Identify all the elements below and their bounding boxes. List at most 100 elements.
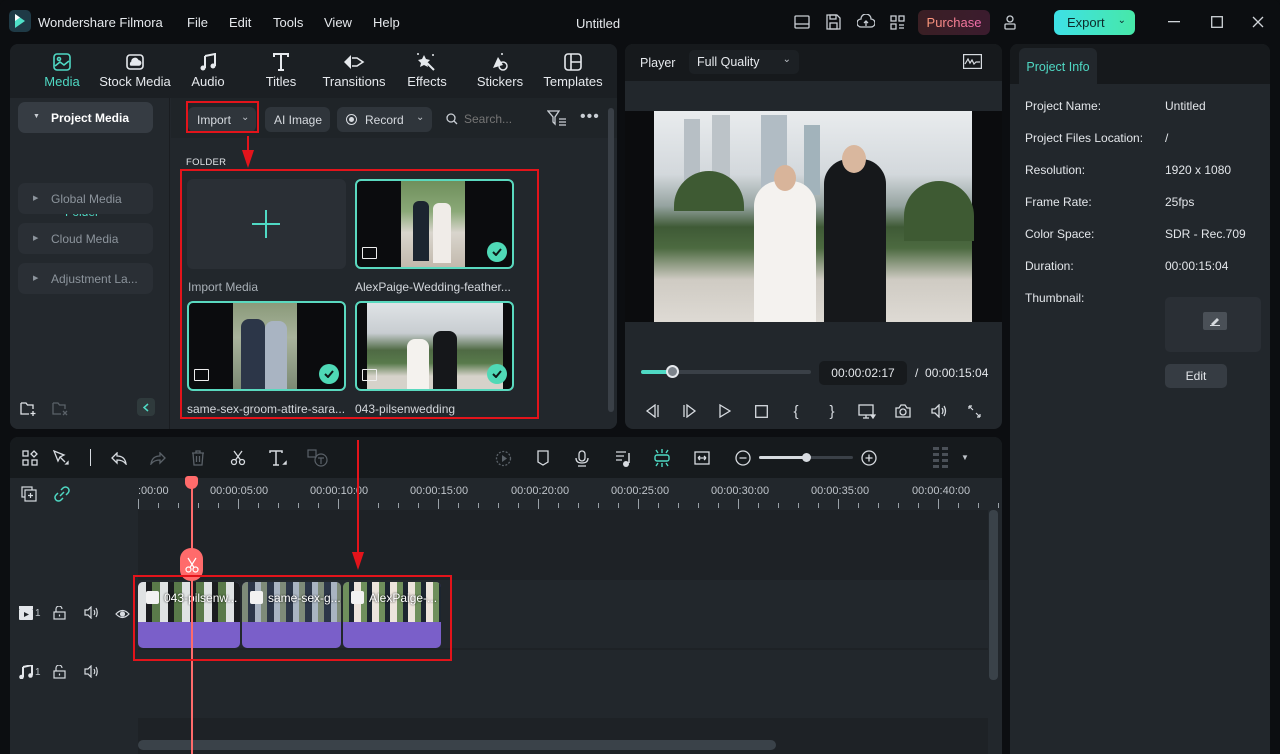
render-preview-icon[interactable] xyxy=(492,447,514,469)
auto-snap-icon[interactable] xyxy=(651,447,673,469)
timeline-ruler[interactable]: :00:00 00:00:05:00 00:00:10:00 00:00:15:… xyxy=(138,478,1002,510)
delete-folder-icon[interactable] xyxy=(52,401,69,419)
previous-frame-icon[interactable] xyxy=(641,400,663,422)
sidebar-item-cloud-media[interactable]: ▶ Cloud Media xyxy=(18,223,153,254)
play-icon[interactable] xyxy=(714,400,736,422)
tab-media[interactable]: Media xyxy=(22,50,102,98)
visibility-eye-icon[interactable] xyxy=(115,608,130,622)
audio-mix-icon[interactable] xyxy=(612,447,634,469)
info-value: 25fps xyxy=(1165,195,1195,209)
timeline-zoom-slider[interactable] xyxy=(759,453,853,462)
sidebar-item-adjustment-layer[interactable]: ▶ Adjustment La... xyxy=(18,263,153,294)
new-folder-icon[interactable] xyxy=(20,401,37,419)
select-pointer-icon[interactable] xyxy=(50,447,72,469)
filmora-window: Wondershare Filmora File Edit Tools View… xyxy=(0,0,1280,754)
volume-icon[interactable] xyxy=(928,400,950,422)
quality-dropdown[interactable]: Full Quality ⌄ xyxy=(689,50,799,74)
split-scissors-icon[interactable] xyxy=(227,447,249,469)
caret-right-icon: ▶ xyxy=(33,195,39,202)
save-icon[interactable] xyxy=(823,12,843,32)
tab-effects[interactable]: Effects xyxy=(387,50,467,98)
player-label: Player xyxy=(640,56,676,70)
annotation-highlight-timeline-clips xyxy=(133,575,452,661)
tab-project-info[interactable]: Project Info xyxy=(1019,48,1097,84)
current-time[interactable]: 00:00:02:17 xyxy=(819,361,907,385)
link-icon[interactable] xyxy=(54,486,70,505)
snapshot-camera-icon[interactable] xyxy=(892,400,914,422)
media-scrollbar[interactable] xyxy=(608,108,614,412)
info-label: Resolution: xyxy=(1025,163,1086,177)
playhead-handle[interactable] xyxy=(185,476,198,489)
redo-icon[interactable] xyxy=(147,447,169,469)
mute-track-icon[interactable] xyxy=(84,605,99,622)
sidebar-item-project-media[interactable]: ▼ Project Media xyxy=(18,102,153,133)
chevron-down-icon[interactable]: ⌄ xyxy=(1118,15,1126,26)
menu-edit[interactable]: Edit xyxy=(229,15,251,30)
panel-divider[interactable] xyxy=(1003,437,1008,754)
media-tabs: Media Stock Media Audio Titles Transitio… xyxy=(10,44,617,98)
menu-file[interactable]: File xyxy=(187,15,208,30)
apps-grid-icon[interactable] xyxy=(887,12,907,32)
tab-templates[interactable]: Templates xyxy=(533,50,613,98)
zoom-slider-handle[interactable] xyxy=(802,453,811,462)
ruler-tick xyxy=(898,503,899,508)
tab-stickers[interactable]: Stickers xyxy=(460,50,540,98)
lock-track-icon[interactable] xyxy=(53,605,66,623)
zoom-out-icon[interactable] xyxy=(732,447,754,469)
templates-icon xyxy=(533,50,613,74)
fullscreen-icon[interactable] xyxy=(963,400,985,422)
account-icon[interactable] xyxy=(1000,12,1020,32)
tab-titles[interactable]: Titles xyxy=(241,50,321,98)
track-layout-icon[interactable] xyxy=(930,447,952,469)
speech-to-text-icon[interactable] xyxy=(307,447,329,469)
stop-icon[interactable] xyxy=(750,400,772,422)
layout-grid-icon[interactable] xyxy=(19,447,41,469)
title-bar: Wondershare Filmora File Edit Tools View… xyxy=(0,0,1280,44)
caret-down-icon[interactable]: ▼ xyxy=(961,453,969,462)
search-icon xyxy=(446,113,458,128)
marker-icon[interactable] xyxy=(532,447,554,469)
zoom-in-icon[interactable] xyxy=(858,447,880,469)
search-input[interactable] xyxy=(464,109,539,129)
scrubber-handle[interactable] xyxy=(665,365,679,378)
tab-stock-media[interactable]: Stock Media xyxy=(95,50,175,98)
filter-icon[interactable] xyxy=(546,110,567,129)
collapse-sidebar-button[interactable] xyxy=(137,398,155,416)
thumbnail-preview[interactable] xyxy=(1165,297,1261,352)
layout-icon[interactable] xyxy=(792,12,812,32)
tab-audio[interactable]: Audio xyxy=(168,50,248,98)
voiceover-mic-icon[interactable] xyxy=(571,447,593,469)
waveform-monitor-icon[interactable] xyxy=(963,54,982,72)
add-track-icon[interactable] xyxy=(21,486,37,505)
export-button[interactable]: Export ⌄ xyxy=(1054,10,1135,35)
minimize-icon[interactable] xyxy=(1164,12,1184,32)
fit-timeline-icon[interactable] xyxy=(691,447,713,469)
maximize-icon[interactable] xyxy=(1207,12,1227,32)
next-frame-icon[interactable] xyxy=(678,400,700,422)
tab-transitions[interactable]: Transitions xyxy=(314,50,394,98)
timeline-horizontal-scrollbar[interactable] xyxy=(138,740,776,750)
record-button[interactable]: Record ⌄ xyxy=(337,107,432,132)
display-settings-icon[interactable] xyxy=(856,400,878,422)
delete-trash-icon[interactable] xyxy=(187,447,209,469)
close-icon[interactable] xyxy=(1248,12,1268,32)
text-tool-icon[interactable] xyxy=(267,447,289,469)
sidebar-item-global-media[interactable]: ▶ Global Media xyxy=(18,183,153,214)
more-options-icon[interactable]: ••• xyxy=(580,108,600,126)
menu-help[interactable]: Help xyxy=(373,15,400,30)
cloud-upload-icon[interactable] xyxy=(856,12,876,32)
menu-view[interactable]: View xyxy=(324,15,352,30)
menu-tools[interactable]: Tools xyxy=(273,15,303,30)
purchase-button[interactable]: Purchase xyxy=(918,10,990,35)
lock-track-icon[interactable] xyxy=(53,664,66,682)
edit-thumbnail-button[interactable]: Edit xyxy=(1165,364,1227,388)
preview-canvas[interactable] xyxy=(625,111,1002,322)
playback-scrubber[interactable] xyxy=(641,365,811,378)
mark-in-icon[interactable]: { xyxy=(785,400,807,422)
mark-out-icon[interactable]: } xyxy=(821,400,843,422)
mute-track-icon[interactable] xyxy=(84,664,99,681)
ai-image-button[interactable]: AI Image xyxy=(265,107,330,132)
timeline-vertical-scrollbar[interactable] xyxy=(989,510,998,680)
undo-icon[interactable] xyxy=(108,447,130,469)
ruler-tick xyxy=(578,503,579,508)
